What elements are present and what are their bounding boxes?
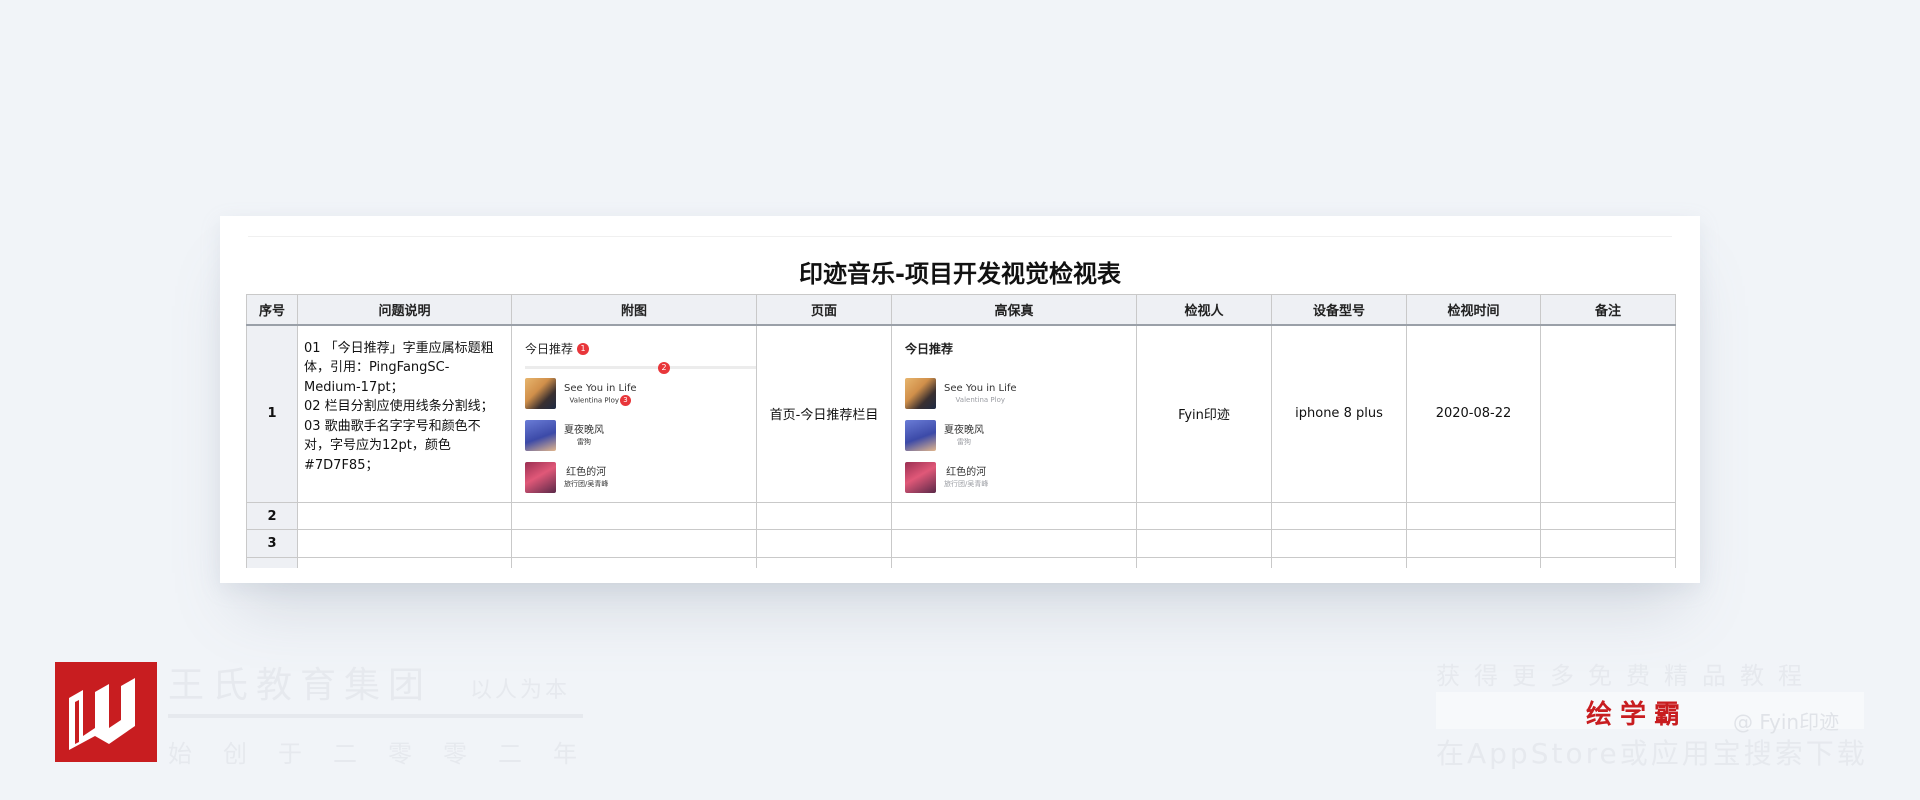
cell-empty <box>1540 557 1676 568</box>
cell-empty <box>1271 502 1407 530</box>
cell-hifi: 今日推荐 See You in Life Valentina Ploy 夏夜晚风雷… <box>891 324 1137 503</box>
header-seq: 序号 <box>246 294 298 326</box>
cell-empty <box>297 557 512 568</box>
annotation-badge: 2 <box>658 361 670 374</box>
top-divider <box>248 236 1672 237</box>
cell-empty <box>297 502 512 530</box>
issue-line: Medium-17pt； <box>304 379 404 395</box>
cell-note <box>1540 324 1676 503</box>
singer-name: 雷狗 <box>957 437 971 446</box>
cell-empty <box>756 502 892 530</box>
cell-date: 2020-08-22 <box>1406 324 1541 503</box>
brand-name: 王氏教育集团 <box>168 665 433 706</box>
album-cover <box>905 419 936 451</box>
annotation-badge: 1 <box>577 343 590 355</box>
cell-empty <box>1540 502 1676 530</box>
attachment-section-title: 今日推荐 1 <box>525 340 590 357</box>
issue-line: 03 歌曲歌手名字字号和颜色不 <box>304 418 481 434</box>
table-row <box>246 557 1676 568</box>
singer-name: 雷狗 <box>577 437 591 446</box>
cell-empty <box>1271 529 1407 558</box>
album-cover <box>905 461 936 493</box>
issue-line: #7D7F85； <box>304 457 379 473</box>
promo-line-3: 在AppStore或应用宝搜索下载 <box>1436 737 1868 770</box>
cell-empty <box>1136 529 1272 558</box>
cell-empty <box>511 529 757 558</box>
song-name: 夏夜晚风 <box>944 424 984 436</box>
cell-empty <box>1406 557 1541 568</box>
header-note: 备注 <box>1540 294 1676 326</box>
issue-line: 01 「今日推荐」字重应属标题粗 <box>304 340 494 356</box>
cell-reviewer: Fyin印迹 <box>1136 324 1272 503</box>
cell-empty <box>1271 557 1407 568</box>
album-cover <box>905 377 936 409</box>
cell-empty <box>756 529 892 558</box>
hifi-section-title: 今日推荐 <box>905 341 954 356</box>
issue-line: 体，引用：PingFangSC- <box>304 360 450 375</box>
attachment-divider <box>525 365 756 369</box>
cell-attachment: 今日推荐 1 2 See You in Life Valentina Ploy 3 夏… <box>511 324 757 503</box>
table-row: 1 01 「今日推荐」字重应属标题粗 体，引用：PingFangSC- Medi… <box>246 324 1676 503</box>
cell-seq <box>246 557 298 568</box>
cell-empty <box>511 557 757 568</box>
cell-empty <box>297 529 512 558</box>
song-name: 红色的河 <box>566 466 607 478</box>
brand-divider <box>168 714 583 718</box>
review-table: 序号 问题说明 附图 页面 高保真 检视人 设备型号 检视时间 备注 1 01 … <box>246 294 1676 568</box>
cell-empty <box>1406 502 1541 530</box>
album-cover <box>525 461 556 493</box>
sheet-title: 印迹音乐-项目开发视觉检视表 <box>799 260 1121 288</box>
singer-name: 旅行团/吴青峰 <box>564 479 609 488</box>
singer-name: Valentina Ploy <box>955 395 1006 404</box>
album-cover <box>525 377 556 409</box>
cell-seq: 2 <box>246 502 298 530</box>
cell-empty <box>891 502 1137 530</box>
issue-line: 02 栏目分割应使用线条分割线； <box>304 399 494 414</box>
brand-since: 始创于二零零二年 <box>168 740 608 768</box>
annotation-badge: 3 <box>620 394 632 406</box>
cell-empty <box>511 502 757 530</box>
cell-empty <box>891 557 1137 568</box>
song-name: See You in Life <box>944 382 1017 394</box>
album-cover <box>525 419 556 451</box>
attachment-title-text: 今日推荐 <box>525 341 574 356</box>
header-page: 页面 <box>756 294 892 326</box>
cell-empty <box>1136 502 1272 530</box>
cell-seq: 3 <box>246 529 298 558</box>
table-row: 3 <box>246 529 1676 558</box>
cell-device: iphone 8 plus <box>1271 324 1407 503</box>
table-header-row: 序号 问题说明 附图 页面 高保真 检视人 设备型号 检视时间 备注 <box>246 294 1676 326</box>
cell-seq: 1 <box>246 324 298 503</box>
singer-text: Valentina Ploy <box>569 396 620 404</box>
cell-empty <box>1540 529 1676 558</box>
singer-name: Valentina Ploy 3 <box>564 394 637 406</box>
singer-name: 旅行团/吴青峰 <box>944 479 989 488</box>
promo-app-name: 绘学霸 <box>1586 700 1689 730</box>
brand-logo <box>55 662 157 762</box>
promo-author: @ Fyin印迹 <box>1733 710 1840 734</box>
cell-empty <box>756 557 892 568</box>
cell-empty <box>891 529 1137 558</box>
song-name: See You in Life <box>564 382 637 394</box>
cell-page: 首页-今日推荐栏目 <box>756 324 892 503</box>
promo-line-1: 获得更多免费精品教程 <box>1436 662 1816 690</box>
logo-w-icon <box>69 678 135 750</box>
table-row: 2 <box>246 502 1676 530</box>
header-date: 检视时间 <box>1406 294 1541 326</box>
issue-line: 对，字号应为12pt，颜色 <box>304 438 451 453</box>
header-hifi: 高保真 <box>891 294 1137 326</box>
cell-empty <box>1406 529 1541 558</box>
song-name: 红色的河 <box>946 466 987 478</box>
song-name: 夏夜晚风 <box>564 424 604 436</box>
header-attachment: 附图 <box>511 294 757 326</box>
header-reviewer: 检视人 <box>1136 294 1272 326</box>
header-device: 设备型号 <box>1271 294 1407 326</box>
cell-issue: 01 「今日推荐」字重应属标题粗 体，引用：PingFangSC- Medium… <box>297 324 512 503</box>
review-sheet-card: 印迹音乐-项目开发视觉检视表 序号 问题说明 附图 页面 高保真 检视人 设备型… <box>220 216 1700 583</box>
header-issue: 问题说明 <box>297 294 512 326</box>
brand-slogan: 以人为本 <box>470 678 571 703</box>
cell-empty <box>1136 557 1272 568</box>
